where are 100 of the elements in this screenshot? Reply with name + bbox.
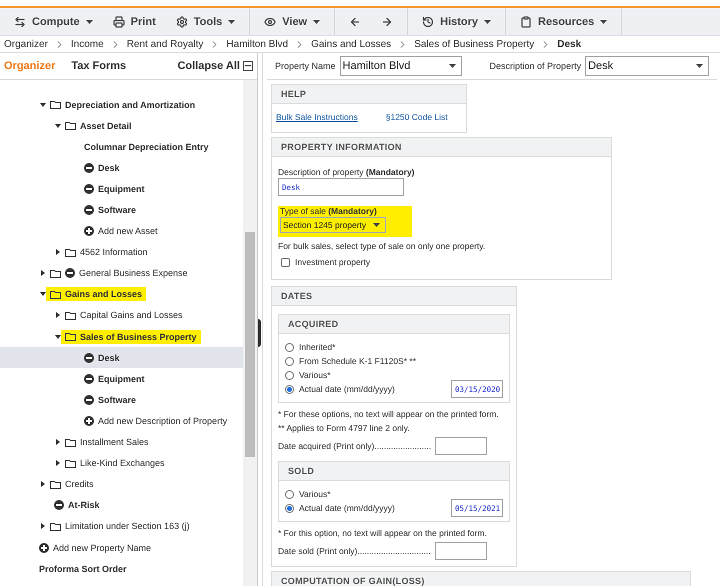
breadcrumb-link[interactable]: Desk: [557, 38, 582, 50]
property-name-select[interactable]: Hamilton Blvd: [340, 56, 462, 76]
add-tree-item[interactable]: Add new Asset: [80, 224, 162, 238]
radio-button[interactable]: [285, 490, 294, 498]
radio-button[interactable]: [285, 384, 294, 394]
tree-folder-label[interactable]: Credits: [46, 477, 98, 492]
tree-folder-label[interactable]: General Business Expense: [46, 266, 192, 280]
field-label: Type of sale (Mandatory): [280, 206, 378, 216]
section-header: HELP: [272, 85, 466, 104]
folder-icon: [65, 332, 76, 342]
radio-button[interactable]: [285, 370, 294, 380]
checkbox-label: Investment property: [295, 257, 370, 267]
tree-item[interactable]: Desk: [0, 347, 243, 368]
tree-item[interactable]: Software: [0, 199, 243, 221]
add-tree-item[interactable]: Add new Description of Property: [80, 414, 232, 428]
folder-icon: [50, 268, 61, 278]
tree-folder-label[interactable]: Asset Detail: [61, 118, 136, 133]
breadcrumb-link[interactable]: Sales of Business Property: [414, 38, 534, 50]
radio-label: Actual date (mm/dd/yyyy): [299, 384, 395, 394]
tree-folder-label[interactable]: Limitation under Section 163 (j): [46, 519, 194, 534]
expanded-arrow-icon[interactable]: [55, 334, 61, 340]
folder-icon: [50, 290, 61, 299]
breadcrumb-link[interactable]: Organizer: [4, 38, 48, 50]
radio-button[interactable]: [285, 356, 294, 366]
checkbox[interactable]: [281, 258, 290, 266]
section-header: DATES: [272, 287, 516, 306]
minus-circle-icon: [84, 352, 94, 363]
description-select[interactable]: Desk: [585, 56, 710, 76]
minus-circle-icon: [84, 184, 94, 194]
tree-label[interactable]: Proforma Sort Order: [35, 562, 131, 576]
breadcrumb-link[interactable]: Rent and Royalty: [126, 38, 204, 50]
expanded-arrow-icon[interactable]: [55, 122, 61, 129]
field-label: Property Name: [275, 61, 336, 71]
date-field[interactable]: [434, 542, 487, 560]
dropdown-caret-icon: [600, 20, 608, 24]
dropdown-caret-icon: [228, 20, 236, 24]
tree-item[interactable]: Desk: [0, 157, 243, 178]
toolbar-button[interactable]: Print: [104, 10, 164, 34]
tree-item[interactable]: At-Risk: [0, 494, 243, 516]
dropdown-caret-icon: [448, 64, 456, 68]
help-link[interactable]: Bulk Sale Instructions: [276, 112, 358, 122]
collapsed-arrow-icon[interactable]: [55, 249, 61, 256]
radio-label: Inherited*: [299, 342, 336, 352]
folder-icon: [65, 458, 76, 468]
settings-icon: [176, 16, 188, 28]
tree-folder-label[interactable]: Like-Kind Exchanges: [61, 456, 169, 470]
collapsed-arrow-icon[interactable]: [55, 312, 61, 318]
collapsed-arrow-icon[interactable]: [40, 523, 46, 530]
collapsed-arrow-icon[interactable]: [55, 439, 61, 446]
breadcrumb-link[interactable]: Income: [70, 38, 104, 50]
tree-folder-label[interactable]: Depreciation and Amortization: [46, 98, 200, 112]
radio-button[interactable]: [285, 342, 294, 352]
toolbar-button[interactable]: Compute: [6, 10, 101, 34]
radio-label: Various*: [299, 370, 330, 380]
tree-folder-label[interactable]: Sales of Business Property: [61, 330, 201, 344]
radio-label: From Schedule K-1 F1120S* **: [299, 356, 416, 366]
tree-item[interactable]: Software: [0, 389, 243, 410]
footnote-text: ** Applies to Form 4797 line 2 only.: [278, 423, 411, 433]
expanded-arrow-icon[interactable]: [40, 102, 46, 108]
collapsed-arrow-icon[interactable]: [55, 460, 61, 466]
tree-folder-label[interactable]: Installment Sales: [61, 435, 153, 450]
collapsed-arrow-icon[interactable]: [40, 270, 46, 276]
radio-button[interactable]: [285, 504, 294, 512]
panel-tab[interactable]: Tax Forms: [71, 58, 132, 74]
tree-folder-label[interactable]: Gains and Losses: [46, 287, 146, 302]
tree-folder-label[interactable]: 4562 Information: [61, 245, 152, 260]
folder-icon: [65, 438, 76, 447]
minus-circle-icon: [54, 500, 64, 510]
expanded-arrow-icon[interactable]: [40, 291, 46, 298]
toolbar-button[interactable]: View: [256, 10, 328, 34]
minus-circle-icon: [84, 394, 94, 405]
tree-item[interactable]: Equipment: [0, 178, 243, 200]
field-label: Description of Property: [490, 61, 582, 71]
folder-icon: [65, 121, 76, 130]
toolbar-button[interactable]: History: [414, 10, 500, 34]
scrollbar[interactable]: [243, 80, 257, 586]
section-header: ACQUIRED: [279, 315, 509, 334]
breadcrumb-link[interactable]: Hamilton Blvd: [226, 38, 288, 50]
breadcrumb-link[interactable]: Gains and Losses: [311, 38, 392, 50]
date-field[interactable]: [435, 437, 488, 455]
tree-label[interactable]: Columnar Depreciation Entry: [80, 140, 213, 154]
field-label: Date sold (Print only)...............................: [278, 546, 431, 556]
collapse-icon: [243, 61, 253, 71]
eye-icon: [264, 16, 276, 28]
collapse-all-button[interactable]: Collapse All: [177, 60, 253, 72]
minus-circle-icon: [84, 162, 94, 173]
folder-icon: [50, 480, 61, 489]
hint-text: For bulk sales, select type of sale on only one property.: [278, 241, 486, 251]
toolbar-button[interactable]: Tools: [168, 10, 244, 34]
clipboard-icon: [520, 16, 532, 28]
collapsed-arrow-icon[interactable]: [40, 481, 46, 488]
tree-folder-label[interactable]: Capital Gains and Losses: [61, 308, 187, 322]
field-label: Description of property (Mandatory): [278, 167, 416, 177]
type-of-sale-select[interactable]: Section 1245 property: [280, 217, 386, 233]
toolbar-button[interactable]: Resources: [512, 10, 616, 34]
minus-circle-icon: [65, 268, 75, 278]
tree-item[interactable]: Equipment: [0, 368, 243, 390]
help-link[interactable]: §1250 Code List: [386, 112, 448, 122]
footnote-text: * For these options, no text will appear on the printed form.: [278, 409, 500, 419]
add-tree-item[interactable]: Add new Property Name: [35, 540, 156, 555]
